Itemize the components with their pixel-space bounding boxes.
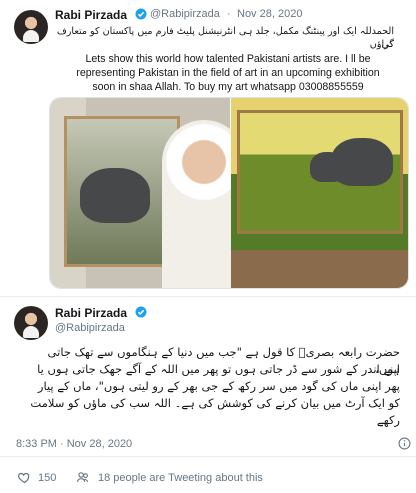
verified-icon bbox=[135, 306, 147, 318]
elephant-shape bbox=[80, 168, 150, 223]
author-handle[interactable]: @Rabipirzada bbox=[55, 322, 125, 334]
author-handle[interactable]: @Rabipirzada bbox=[150, 8, 220, 20]
author-name[interactable]: Rabi Pirzada bbox=[55, 306, 127, 320]
urdu-text: گی۔ bbox=[375, 39, 394, 50]
author-name[interactable]: Rabi Pirzada bbox=[55, 8, 127, 22]
english-text: Lets show this world how talented Pakist… bbox=[85, 53, 371, 65]
avatar[interactable] bbox=[14, 306, 48, 340]
tweet-media[interactable] bbox=[49, 97, 409, 289]
stats-divider bbox=[0, 456, 416, 457]
verified-icon bbox=[135, 8, 147, 20]
tweet-timestamp[interactable]: 8:33 PM · Nov 28, 2020 bbox=[16, 438, 132, 450]
dot-separator: · bbox=[227, 8, 231, 20]
tweet-divider bbox=[0, 296, 416, 297]
info-icon[interactable] bbox=[398, 437, 411, 450]
elephant-shape bbox=[310, 152, 345, 182]
painting-photo[interactable] bbox=[231, 98, 408, 288]
tweet-date[interactable]: Nov 28, 2020 bbox=[237, 8, 302, 20]
urdu-text: اپنے اندر کے شور سے ڈر جاتی ہوں تو پھر م… bbox=[37, 362, 400, 376]
tweeting-about-text[interactable]: 18 people are Tweeting about this bbox=[98, 472, 263, 484]
people-icon[interactable] bbox=[75, 470, 91, 485]
urdu-text: رکھے bbox=[376, 413, 400, 427]
urdu-text: پھر اپنی ماں کی گود میں سر رکھ کے جی بھر… bbox=[37, 379, 400, 393]
urdu-text: کو ایک آرٹ میں بیان کرنے کی کوشش کی ہے۔ … bbox=[30, 396, 400, 410]
artist-photo[interactable] bbox=[50, 98, 246, 288]
english-text: soon in shaa Allah. To buy my art whatsa… bbox=[92, 81, 364, 93]
english-text: representing Pakistan in the field of ar… bbox=[76, 67, 380, 79]
like-count[interactable]: 150 bbox=[38, 472, 56, 484]
avatar[interactable] bbox=[14, 10, 48, 44]
heart-icon[interactable] bbox=[17, 470, 32, 485]
